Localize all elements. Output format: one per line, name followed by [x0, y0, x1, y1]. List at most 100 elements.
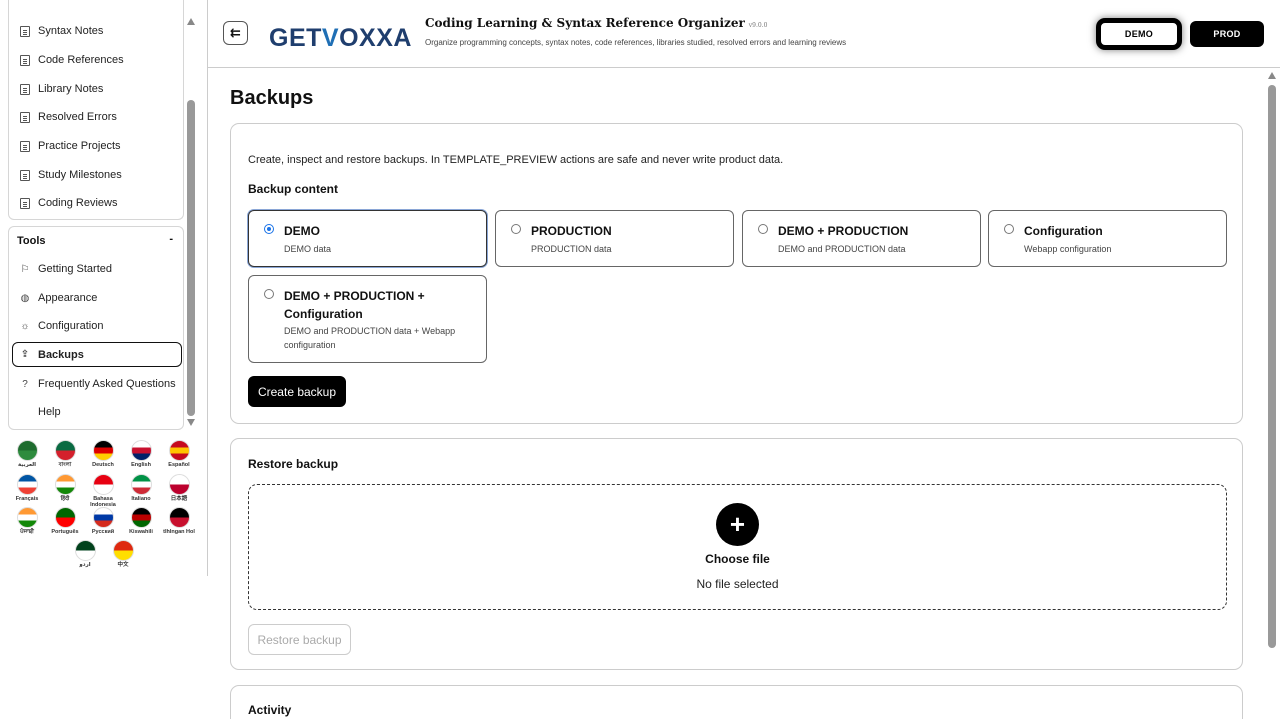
sidebar-item-appearance[interactable]: ◍ Appearance: [19, 287, 179, 309]
document-icon: [19, 25, 31, 37]
sidebar-item-syntax-notes[interactable]: Syntax Notes: [19, 20, 179, 42]
logo-text-get: GET: [269, 24, 322, 52]
option-desc: Webapp configuration: [1024, 244, 1112, 254]
logo-text-oxxa: OXXA: [339, 24, 412, 52]
language-option[interactable]: ਪੰਜਾਬੀ: [10, 507, 44, 535]
app-version: v9.0.0: [748, 22, 768, 29]
option-title: PRODUCTION: [531, 224, 612, 238]
main-scrollbar[interactable]: [1266, 69, 1278, 719]
option-desc: DEMO data: [284, 244, 332, 254]
sidebar-item-coding-reviews[interactable]: Coding Reviews: [19, 192, 179, 214]
plus-icon[interactable]: +: [716, 503, 759, 546]
language-option[interactable]: Français: [10, 474, 44, 502]
document-icon: [19, 140, 31, 152]
collapse-sidebar-button[interactable]: ⇇: [223, 21, 248, 45]
radio[interactable]: [758, 224, 768, 234]
language-option[interactable]: हिंदी: [48, 474, 82, 502]
document-icon: [19, 169, 31, 181]
language-option[interactable]: Kiswahili: [124, 507, 158, 535]
sidebar-item-backups[interactable]: ⇪ Backups: [12, 342, 182, 367]
sidebar-item-label: Coding Reviews: [38, 197, 118, 209]
sidebar-item-help[interactable]: Help: [19, 401, 179, 423]
restore-backup-button[interactable]: Restore backup: [248, 624, 351, 655]
scrollbar-thumb[interactable]: [1268, 85, 1276, 648]
scroll-up-arrow-icon[interactable]: [1268, 72, 1276, 79]
sidebar-scrollbar[interactable]: [186, 12, 196, 432]
radio[interactable]: [1004, 224, 1014, 234]
backup-option-production[interactable]: PRODUCTION PRODUCTION data: [495, 210, 734, 267]
restore-heading: Restore backup: [248, 457, 339, 471]
language-label: 日本語: [170, 496, 188, 502]
sidebar-item-label: Syntax Notes: [38, 25, 104, 37]
flag-icon: [168, 474, 190, 495]
language-option[interactable]: Español: [162, 440, 196, 468]
language-label: اردو: [79, 562, 91, 568]
tools-collapse-button[interactable]: -: [169, 233, 173, 245]
flag-icon: ⚐: [20, 263, 30, 275]
backup-option-all[interactable]: DEMO + PRODUCTION + Configuration DEMO a…: [248, 275, 487, 363]
sidebar-item-library-notes[interactable]: Library Notes: [19, 78, 179, 100]
sidebar-item-code-references[interactable]: Code References: [19, 49, 179, 71]
scroll-up-arrow-icon[interactable]: [187, 18, 195, 25]
option-title: DEMO: [284, 224, 320, 238]
language-option[interactable]: 中文: [106, 540, 140, 568]
sidebar-item-configuration[interactable]: ☼ Configuration: [19, 315, 179, 337]
sidebar-item-label: Practice Projects: [38, 140, 121, 152]
create-backup-button[interactable]: Create backup: [248, 376, 346, 407]
flag-icon: [112, 540, 134, 561]
flag-icon: [168, 440, 190, 461]
tools-title: Tools: [17, 235, 46, 247]
main-content: Backups Create, inspect and restore back…: [208, 69, 1265, 719]
language-option[interactable]: اردو: [68, 540, 102, 568]
radio[interactable]: [511, 224, 521, 234]
language-label: বাংলা: [58, 462, 72, 468]
env-prod-button[interactable]: PROD: [1190, 21, 1264, 47]
language-option[interactable]: বাংলা: [48, 440, 82, 468]
language-label: العربية: [17, 462, 37, 468]
flag-icon: [130, 474, 152, 495]
activity-card: Activity: [230, 685, 1243, 719]
sidebar-item-study-milestones[interactable]: Study Milestones: [19, 164, 179, 186]
sidebar-item-resolved-errors[interactable]: Resolved Errors: [19, 106, 179, 128]
language-option[interactable]: 日本語: [162, 474, 196, 502]
language-option[interactable]: Deutsch: [86, 440, 120, 468]
sidebar-item-label: Appearance: [38, 292, 98, 304]
language-label: Português: [51, 529, 79, 535]
choose-file-label[interactable]: Choose file: [249, 552, 1226, 566]
backup-option-demo-production[interactable]: DEMO + PRODUCTION DEMO and PRODUCTION da…: [742, 210, 981, 267]
backup-content-heading: Backup content: [248, 182, 339, 196]
language-option[interactable]: Italiano: [124, 474, 158, 502]
env-demo-button[interactable]: DEMO: [1099, 21, 1179, 47]
sidebar: Syntax Notes Code References Library Not…: [0, 0, 208, 576]
language-label: Español: [168, 462, 190, 468]
language-option[interactable]: Русский: [86, 507, 120, 535]
scrollbar-thumb[interactable]: [187, 100, 195, 416]
scroll-down-arrow-icon[interactable]: [187, 419, 195, 426]
language-option[interactable]: Bahasa Indonesia: [86, 474, 120, 508]
language-option[interactable]: English: [124, 440, 158, 468]
backup-option-configuration[interactable]: Configuration Webapp configuration: [988, 210, 1227, 267]
language-option[interactable]: العربية: [10, 440, 44, 468]
flag-icon: [130, 507, 152, 528]
sidebar-item-getting-started[interactable]: ⚐ Getting Started: [19, 258, 179, 280]
backup-option-demo[interactable]: DEMO DEMO data: [248, 210, 487, 267]
file-dropzone[interactable]: + Choose file No file selected: [248, 484, 1227, 610]
radio[interactable]: [264, 289, 274, 299]
radio-selected[interactable]: [264, 224, 274, 234]
sidebar-item-faq[interactable]: ? Frequently Asked Questions: [19, 373, 179, 395]
language-label: tlhIngan Hol: [163, 529, 195, 535]
flag-icon: [168, 507, 190, 528]
language-label: Kiswahili: [129, 529, 153, 535]
sidebar-item-practice-projects[interactable]: Practice Projects: [19, 135, 179, 157]
language-label: ਪੰਜਾਬੀ: [20, 529, 34, 535]
flag-icon: [54, 507, 76, 528]
gear-icon: ☼: [20, 320, 30, 332]
flag-icon: [16, 507, 38, 528]
help-icon: [19, 406, 31, 418]
create-backup-card: Create, inspect and restore backups. In …: [230, 123, 1243, 424]
language-option[interactable]: tlhIngan Hol: [162, 507, 196, 535]
sidebar-item-label: Frequently Asked Questions: [38, 378, 176, 390]
flag-icon: [54, 440, 76, 461]
language-label: Français: [15, 496, 39, 502]
language-option[interactable]: Português: [48, 507, 82, 535]
